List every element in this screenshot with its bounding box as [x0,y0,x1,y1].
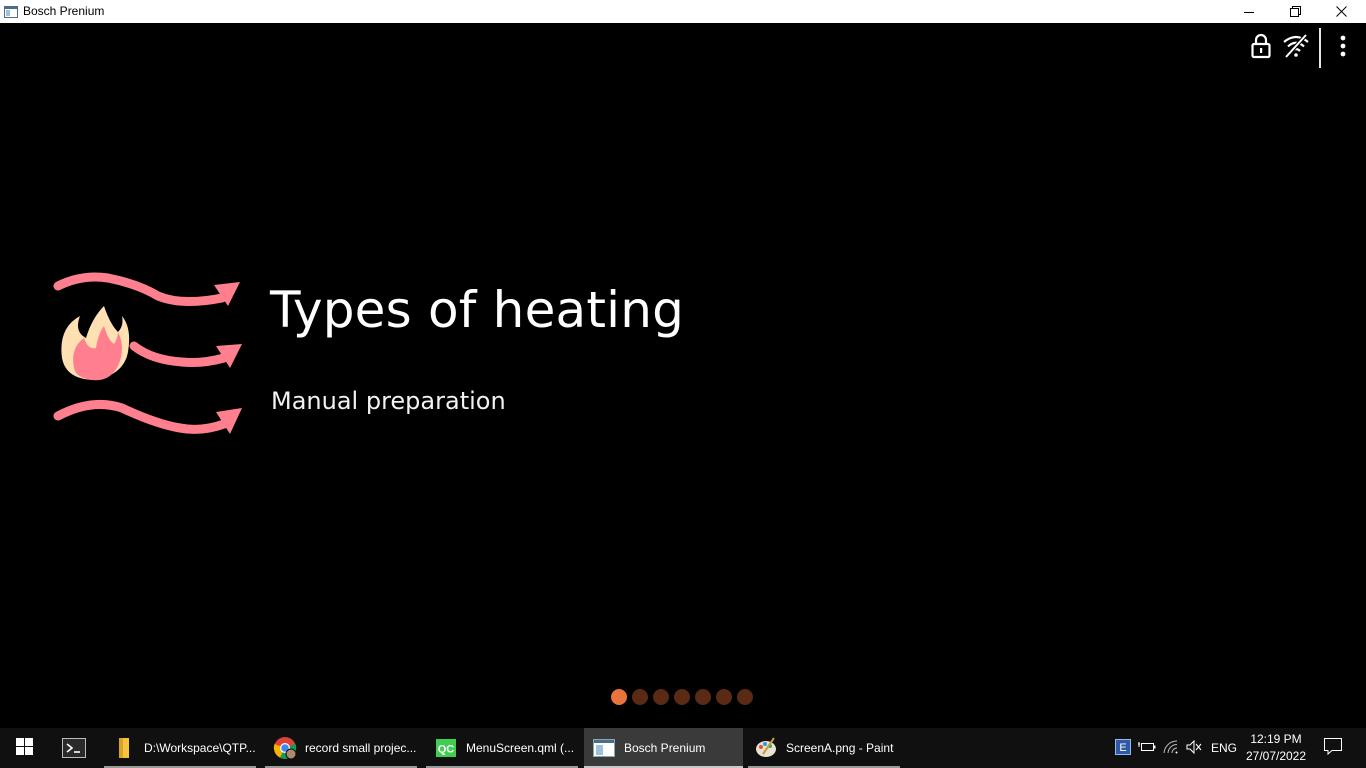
more-options-button[interactable] [1330,34,1356,62]
taskbar-item-label: D:\Workspace\QTP... [144,741,256,755]
svg-text:QC: QC [438,744,455,756]
tray-language[interactable]: ENG [1208,728,1240,768]
lock-button[interactable] [1248,33,1274,63]
heating-flame-airflow-icon [52,268,248,438]
minimize-icon [1244,7,1254,17]
more-vertical-icon [1340,35,1346,61]
tray-battery[interactable] [1136,728,1158,768]
taskbar-item-label: MenuScreen.qml (... [466,741,575,755]
network-icon [1163,739,1179,757]
window-title: Bosch Prenium [23,4,105,18]
status-divider [1319,28,1321,68]
volume-muted-icon [1186,739,1202,757]
page-dot[interactable] [632,689,648,705]
chrome-icon [273,736,297,760]
page-dot[interactable] [695,689,711,705]
taskbar-item-chrome[interactable]: record small projec... [265,728,417,768]
close-button[interactable] [1318,0,1364,23]
qt-creator-icon: QC [434,736,458,760]
paint-icon [754,736,778,760]
page-dot[interactable] [737,689,753,705]
taskbar-item-terminal[interactable] [48,728,100,768]
taskbar-clock[interactable]: 12:19 PM 27/07/2022 [1240,731,1312,765]
start-button[interactable] [0,728,48,768]
page-indicator [611,689,753,705]
page-dot[interactable] [716,689,732,705]
tray-volume[interactable] [1183,728,1205,768]
battery-icon [1138,740,1156,757]
close-icon [1335,6,1347,17]
taskbar-item-explorer[interactable]: D:\Workspace\QTP... [104,728,256,768]
windows-start-icon [15,737,33,759]
page-dot[interactable] [653,689,669,705]
notifications-icon [1324,738,1342,758]
window-titlebar[interactable]: Bosch Prenium [0,0,1366,23]
app-content: Types of heating Manual preparation [0,23,1366,728]
tray-notifications[interactable] [1318,728,1348,768]
page-dot[interactable] [674,689,690,705]
restore-icon [1289,6,1301,17]
folder-icon [112,736,136,760]
taskbar: D:\Workspace\QTP... record small projec.… [0,728,1366,768]
clock-date: 27/07/2022 [1245,749,1307,763]
clock-time: 12:19 PM [1250,732,1302,746]
taskbar-item-label: Bosch Prenium [624,741,706,755]
app-window-icon [4,4,18,18]
app-window-icon [592,736,616,760]
tray-network[interactable] [1160,728,1182,768]
taskbar-item-bosch-prenium[interactable]: Bosch Prenium [584,728,743,768]
page-dot-active[interactable] [611,689,627,705]
taskbar-item-qtcreator[interactable]: QC MenuScreen.qml (... [426,728,578,768]
taskbar-item-label: ScreenA.png - Paint [786,741,894,755]
keyboard-ime-icon: E [1115,738,1131,758]
wifi-off-icon [1282,33,1310,63]
page-subtitle: Manual preparation [271,387,506,415]
page-title: Types of heating [270,281,685,339]
wifi-status-button[interactable] [1282,33,1310,63]
lock-icon [1250,33,1272,63]
svg-text:E: E [1119,742,1126,754]
taskbar-item-paint[interactable]: ScreenA.png - Paint [748,728,900,768]
taskbar-item-label: record small projec... [305,741,417,755]
minimize-button[interactable] [1226,0,1272,23]
terminal-icon [62,736,86,760]
tray-ime[interactable]: E [1112,728,1134,768]
restore-button[interactable] [1272,0,1318,23]
